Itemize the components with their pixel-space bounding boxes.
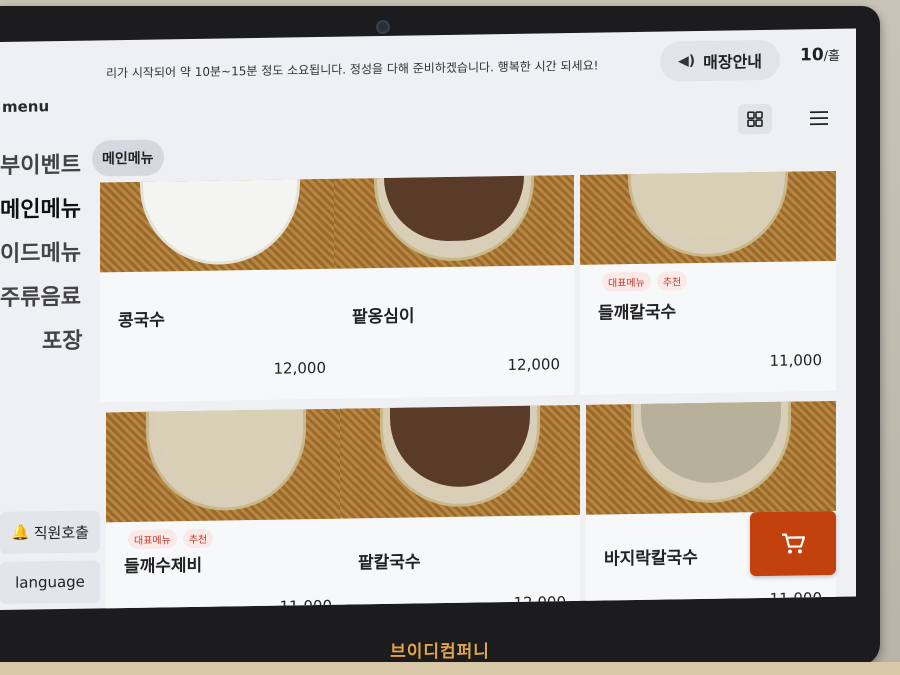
background-table [0, 662, 900, 675]
section-title: 메인메뉴 [92, 139, 164, 177]
badge-row: 대표메뉴 추천 [128, 528, 214, 549]
menu-card-pat-kalguksu[interactable]: 팥칼국수 12,000 [340, 404, 580, 611]
kiosk-screen: 리가 시작되어 약 10분~15분 정도 소요됩니다. 정성을 다해 준비하겠습… [0, 28, 856, 611]
device-brand: 브이디컴퍼니 [390, 641, 490, 662]
menu-card-deulkkae-kalguksu[interactable]: 대표메뉴 추천 들깨칼국수 11,000 [580, 170, 836, 395]
recommend-badge: 추천 [182, 528, 214, 549]
menu-card-bajirak-kalguksu[interactable]: 바지락칼국수 11,000 [586, 400, 836, 611]
menu-name: 바지락칼국수 [604, 548, 698, 570]
menu-price: 11,000 [769, 589, 823, 608]
speaker-icon: ◀) [677, 53, 696, 70]
menu-name: 들깨칼국수 [598, 302, 677, 324]
recommend-badge: 추천 [656, 271, 688, 291]
cart-button[interactable] [750, 510, 836, 577]
menu-card-kongguksu[interactable]: 콩국수 12,000 [100, 178, 340, 403]
store-guide-label: 매장안내 [703, 52, 763, 72]
table-number: 10/홀 [800, 45, 841, 66]
menu-price: 12,000 [513, 593, 567, 611]
list-view-icon [810, 111, 828, 126]
language-label: language [15, 572, 85, 592]
menu-price: 12,000 [273, 358, 327, 378]
bell-icon: 🔔 [11, 523, 30, 542]
store-guide-button[interactable]: ◀) 매장안내 [660, 39, 780, 82]
menu-name: 팥칼국수 [358, 552, 421, 574]
notice-banner: 리가 시작되어 약 10분~15분 정도 소요됩니다. 정성을 다해 준비하겠습… [106, 58, 599, 81]
category-side-menu[interactable]: 이드메뉴 [0, 235, 81, 268]
menu-price: 12,000 [507, 355, 561, 375]
menu-price: 11,000 [279, 596, 333, 611]
menu-name: 콩국수 [118, 310, 165, 332]
menu-price: 11,000 [769, 351, 823, 370]
camera-icon [376, 20, 390, 34]
device-brand-strip: 브이디컴퍼니 [0, 612, 880, 668]
menu-logo: menu [2, 97, 50, 116]
menu-name: 팥옹심이 [352, 306, 415, 328]
menu-card-deulkkae-sujebi[interactable]: 대표메뉴 추천 들깨수제비 11,000 [106, 408, 346, 611]
list-view-button[interactable] [806, 105, 832, 131]
grid-view-button[interactable] [738, 103, 772, 135]
staff-call-button[interactable]: 🔔 직원호출 [0, 510, 100, 554]
badge-row: 대표메뉴 추천 [602, 271, 688, 292]
menu-card-patongsimi[interactable]: 팥옹심이 12,000 [334, 174, 574, 399]
menu-name: 들깨수제비 [124, 555, 203, 578]
category-takeout[interactable]: 포장 [42, 323, 82, 356]
staff-call-label: 직원호출 [33, 523, 89, 542]
category-main-menu[interactable]: 메인메뉴 [0, 191, 81, 224]
language-button[interactable]: language [0, 560, 100, 604]
grid-view-icon [747, 111, 763, 128]
category-drinks[interactable]: 주류음료 [0, 279, 81, 312]
cart-icon [782, 533, 806, 554]
signature-badge: 대표메뉴 [602, 271, 651, 292]
category-event[interactable]: 부이벤트 [0, 147, 81, 180]
tablet-bezel: 리가 시작되어 약 10분~15분 정도 소요됩니다. 정성을 다해 준비하겠습… [0, 6, 880, 666]
signature-badge: 대표메뉴 [128, 529, 177, 549]
